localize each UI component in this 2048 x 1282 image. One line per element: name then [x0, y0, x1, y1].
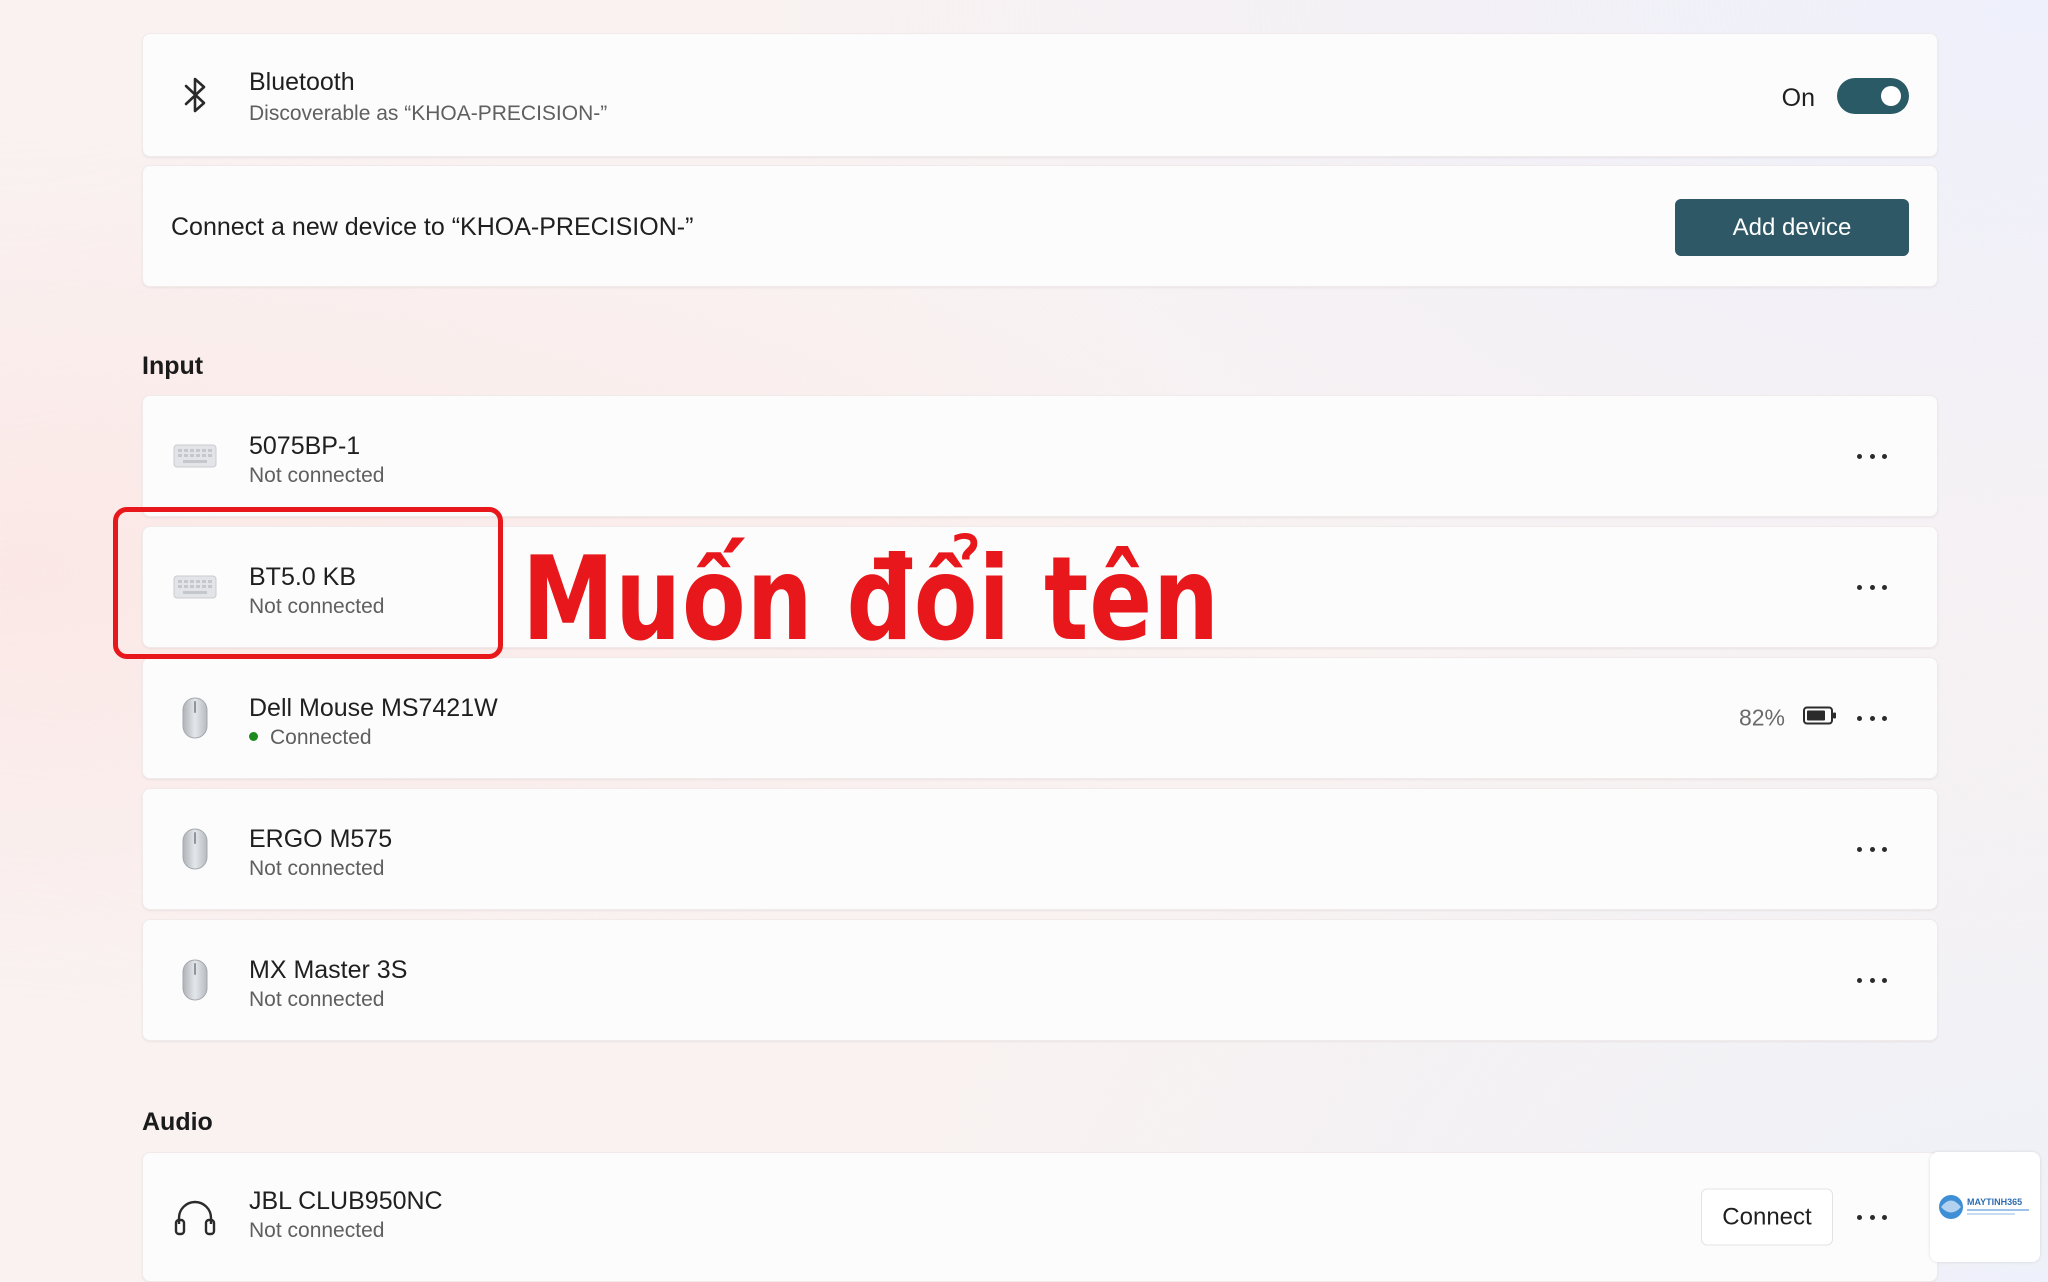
device-item-jbl-club950nc[interactable]: JBL CLUB950NC Not connected Connect [142, 1152, 1938, 1282]
connect-button[interactable]: Connect [1701, 1188, 1833, 1246]
bluetooth-toggle[interactable] [1837, 78, 1909, 114]
more-options-icon[interactable] [1857, 446, 1887, 466]
add-device-card: Connect a new device to “KHOA-PRECISION-… [142, 165, 1938, 287]
keyboard-icon [169, 430, 221, 482]
bluetooth-discoverable-text: Discoverable as “KHOA-PRECISION-” [249, 102, 608, 125]
toggle-knob [1881, 86, 1901, 106]
device-name: BT5.0 KB [249, 563, 356, 591]
add-device-text: Connect a new device to “KHOA-PRECISION-… [171, 213, 694, 241]
mouse-icon [169, 954, 221, 1006]
device-status: Not connected [249, 464, 385, 487]
mouse-icon [169, 823, 221, 875]
device-status: Not connected [249, 1219, 385, 1242]
brand-logo: MAYTINH365 [1930, 1152, 2040, 1262]
device-item-5075bp-1[interactable]: 5075BP-1 Not connected [142, 395, 1938, 517]
battery-icon [1803, 706, 1837, 731]
more-options-icon[interactable] [1857, 839, 1887, 859]
more-options-icon[interactable] [1857, 577, 1887, 597]
annotation-text: Muốn đổi tên [522, 532, 1220, 667]
device-status-row: Connected [249, 726, 372, 750]
connected-status-dot [249, 731, 258, 741]
battery-percentage: 82% [1738, 704, 1785, 731]
brand-logo-text: MAYTINH365 [1967, 1197, 2022, 1207]
device-status: Connected [270, 726, 372, 749]
bluetooth-title: Bluetooth [249, 68, 355, 96]
bluetooth-icon [169, 69, 221, 121]
bluetooth-toggle-label: On [1781, 84, 1815, 112]
device-name: JBL CLUB950NC [249, 1187, 443, 1215]
more-options-icon[interactable] [1857, 708, 1887, 728]
device-name: ERGO M575 [249, 825, 393, 853]
device-name: MX Master 3S [249, 956, 408, 984]
device-status: Not connected [249, 857, 385, 880]
device-status: Not connected [249, 595, 385, 618]
add-device-button[interactable]: Add device [1675, 199, 1909, 256]
section-label-input: Input [142, 352, 204, 380]
keyboard-icon [169, 561, 221, 613]
bluetooth-card: Bluetooth Discoverable as “KHOA-PRECISIO… [142, 33, 1938, 157]
device-name: 5075BP-1 [249, 432, 361, 460]
headphones-icon [169, 1191, 221, 1243]
more-options-icon[interactable] [1857, 1207, 1887, 1227]
device-item-dell-mouse[interactable]: Dell Mouse MS7421W Connected 82% [142, 657, 1938, 779]
device-item-mx-master-3s[interactable]: MX Master 3S Not connected [142, 919, 1938, 1041]
device-name: Dell Mouse MS7421W [249, 694, 498, 722]
section-label-audio: Audio [142, 1108, 213, 1136]
device-item-ergo-m575[interactable]: ERGO M575 Not connected [142, 788, 1938, 910]
mouse-icon [169, 692, 221, 744]
device-status: Not connected [249, 988, 385, 1011]
more-options-icon[interactable] [1857, 970, 1887, 990]
